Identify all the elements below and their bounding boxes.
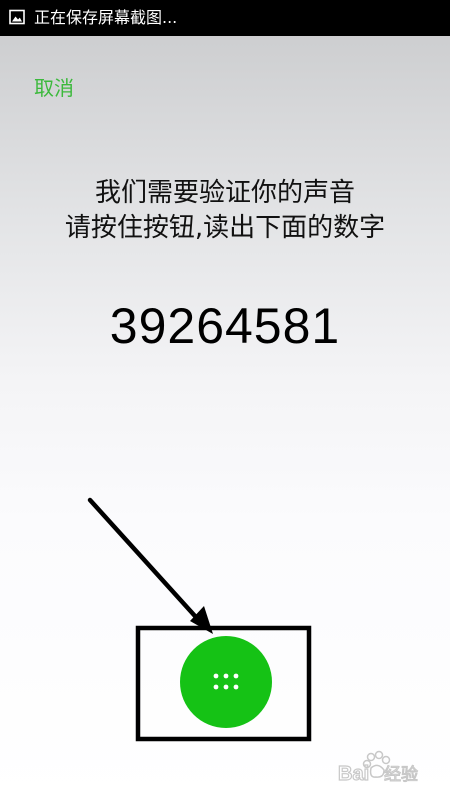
image-icon bbox=[9, 9, 25, 25]
cancel-button[interactable]: 取消 bbox=[34, 76, 74, 100]
status-bar: 正在保存屏幕截图... bbox=[0, 0, 450, 36]
instruction-text: 我们需要验证你的声音 请按住按钮,读出下面的数字 bbox=[0, 176, 450, 246]
instruction-line-1: 我们需要验证你的声音 bbox=[94, 178, 355, 208]
svg-text:Bai: Bai bbox=[338, 763, 369, 785]
annotation-arrowhead bbox=[190, 606, 213, 634]
annotation-arrow bbox=[87, 497, 207, 629]
verification-code: 39264581 bbox=[109, 298, 341, 354]
instruction-line-2: 请按住按钮,读出下面的数字 bbox=[64, 213, 386, 243]
status-notification-text: 正在保存屏幕截图... bbox=[34, 8, 178, 27]
svg-text:经验: 经验 bbox=[384, 765, 418, 785]
dots-grid-icon bbox=[213, 673, 239, 690]
hold-to-talk-button[interactable] bbox=[180, 636, 272, 728]
baidu-jingyan-watermark: Bai 经验 bbox=[338, 750, 419, 786]
